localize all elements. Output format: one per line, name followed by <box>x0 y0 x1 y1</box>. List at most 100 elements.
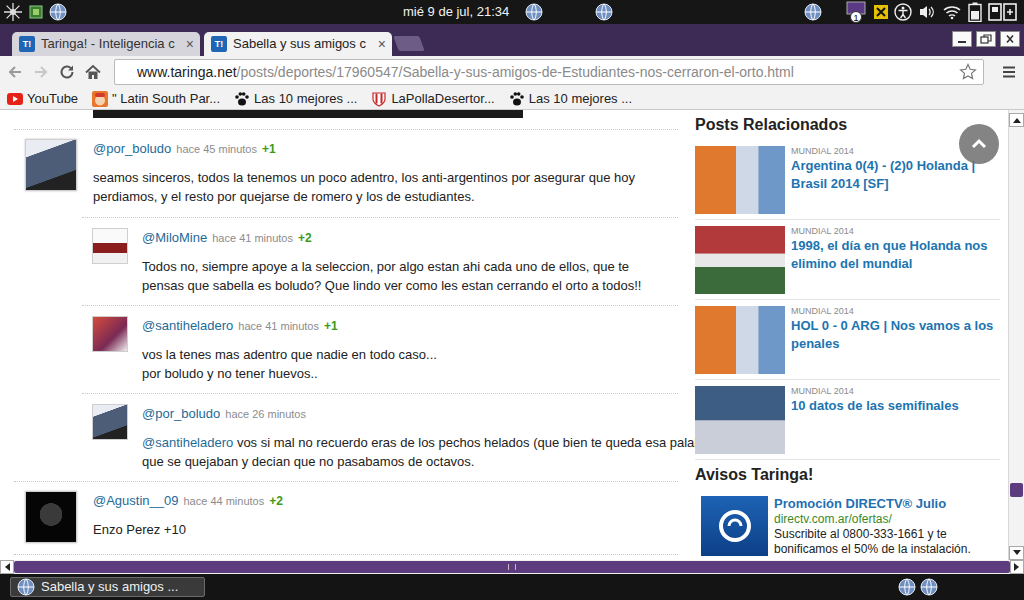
post-title[interactable]: 1998, el día en que Holanda nos elimino … <box>791 237 1000 273</box>
browser-launcher-icon[interactable] <box>49 3 67 21</box>
back-arrow-icon[interactable] <box>6 63 24 81</box>
tab-close-button[interactable]: × <box>186 34 194 55</box>
page-content: @por_boludohace 45 minutos+1seamos since… <box>0 110 1008 560</box>
session-icon[interactable] <box>988 2 1018 22</box>
ad-logo-icon[interactable] <box>701 496 768 556</box>
post-thumbnail[interactable] <box>695 306 785 374</box>
post-category: MUNDIAL 2014 <box>791 386 1000 397</box>
comment-score: +2 <box>298 231 312 245</box>
tab-close-button[interactable]: × <box>378 34 386 55</box>
bookmark-label: " Latin South Par... <box>112 89 220 109</box>
bookmark[interactable]: LaPollaDesertor... <box>371 89 494 109</box>
related-post[interactable]: MUNDIAL 201410 datos de las semifinales <box>695 380 1000 460</box>
wifi-icon[interactable] <box>942 4 962 20</box>
user-avatar[interactable] <box>25 139 77 191</box>
user-link[interactable]: @santiheladero <box>142 318 233 333</box>
taskbar: Sabella y sus amigos ... <box>0 574 1024 600</box>
user-avatar[interactable] <box>92 404 128 440</box>
browser-tab[interactable]: T!Sabella y sus amigos c× <box>204 32 392 56</box>
workspace-icon[interactable] <box>29 5 43 19</box>
post-thumbnail[interactable] <box>695 146 785 214</box>
post-title[interactable]: 10 datos de las semifinales <box>791 397 1000 415</box>
scroll-to-top-button[interactable] <box>959 124 999 164</box>
home-icon[interactable] <box>84 63 102 81</box>
scroll-right-button[interactable] <box>1010 560 1024 574</box>
user-avatar[interactable] <box>92 228 128 264</box>
comment-score: +1 <box>262 142 276 156</box>
bookmark[interactable]: YouTube <box>7 89 78 109</box>
scroll-down-button[interactable] <box>1009 546 1024 560</box>
app-indicator-icon[interactable] <box>874 5 888 19</box>
scroll-thumb[interactable] <box>14 561 1010 573</box>
url-path: /posts/deportes/17960547/Sabella-y-sus-a… <box>237 64 794 80</box>
menu-icon[interactable] <box>1000 63 1018 81</box>
youtube-icon <box>7 92 23 106</box>
mention-link[interactable]: @santiheladero <box>142 435 233 450</box>
forward-arrow-icon[interactable] <box>32 63 50 81</box>
advertisement[interactable]: Promoción DIRECTV® Juliodirectv.com.ar/o… <box>695 490 1000 557</box>
comment-header: @por_boludo hace 26 minutos <box>142 404 678 423</box>
tab-strip: T! Taringa! - Inteligencia c ×T! Sabella y … <box>0 24 1024 56</box>
user-link[interactable]: @por_boludo <box>142 406 220 421</box>
volume-icon[interactable] <box>918 4 936 20</box>
user-link[interactable]: @MiloMine <box>142 230 207 245</box>
browser-tab[interactable]: T! Taringa! - Inteligencia c × <box>12 32 200 56</box>
user-avatar[interactable] <box>92 316 128 352</box>
window-controls <box>952 31 1020 47</box>
menu-logo-icon[interactable] <box>3 2 23 22</box>
comment-score: +1 <box>324 319 338 333</box>
task-button[interactable]: Sabella y sus amigos ... <box>10 577 205 597</box>
address-bar[interactable]: www.taringa.net/posts/deportes/17960547/… <box>114 59 984 85</box>
comment-header: @por_boludohace 45 minutos+1 <box>93 139 678 158</box>
replies: @MiloMinehace 41 minutos+2Todos no, siem… <box>82 217 678 481</box>
horizontal-scrollbar[interactable] <box>0 560 1024 574</box>
accessibility-icon[interactable] <box>894 3 912 21</box>
globe-icon[interactable] <box>595 3 613 21</box>
notifications[interactable]: 1 <box>844 1 868 23</box>
favicon-icon: T! <box>19 36 35 52</box>
vertical-scrollbar[interactable] <box>1008 110 1024 560</box>
comment-text: vos la tenes mas adentro que nadie en to… <box>142 347 437 362</box>
task-label: Sabella y sus amigos ... <box>41 577 178 597</box>
scroll-up-button[interactable] <box>1009 113 1024 127</box>
ad-title[interactable]: Promoción DIRECTV® Julio <box>774 496 1000 512</box>
globe-icon[interactable] <box>525 3 543 21</box>
paw-icon <box>509 91 525 107</box>
globe-icon[interactable] <box>920 578 938 596</box>
reload-icon[interactable] <box>58 63 76 81</box>
user-link[interactable]: @Agustin__09 <box>93 493 178 508</box>
comment-score: +2 <box>269 494 283 508</box>
tab-label: Sabella y sus amigos c <box>233 34 368 54</box>
browser-icon <box>17 578 35 596</box>
globe-icon[interactable] <box>804 3 822 21</box>
bookmark[interactable]: " Latin South Par... <box>92 89 220 109</box>
comment-time: hace 26 minutos <box>225 408 306 420</box>
scroll-left-button[interactable] <box>0 560 14 574</box>
battery-icon[interactable] <box>968 2 982 22</box>
comment-time: hace 41 minutos <box>238 320 319 332</box>
post-thumbnail[interactable] <box>695 226 785 294</box>
user-avatar[interactable] <box>25 491 77 543</box>
comment-header: @MiloMinehace 41 minutos+2 <box>142 228 678 247</box>
new-tab-button[interactable] <box>393 36 424 51</box>
comment-header: @santiheladero hace 41 minutos +1 <box>142 316 678 335</box>
user-link[interactable]: @por_boludo <box>93 141 171 156</box>
post-title[interactable]: HOL 0 - 0 ARG | Nos vamos a los penales <box>791 317 1000 353</box>
scroll-thumb[interactable] <box>1010 483 1023 497</box>
restore-icon[interactable] <box>976 31 996 47</box>
post-title[interactable]: Argentina 0(4) - (2)0 Holanda | Brasil 2… <box>791 157 1000 193</box>
globe-icon[interactable] <box>898 578 916 596</box>
post-thumbnail[interactable] <box>695 386 785 454</box>
comment-text: Enzo Perez +10 <box>93 522 186 537</box>
comment-text: vos si mal no recuerdo eras de los pecho… <box>233 435 716 450</box>
related-post[interactable]: MUNDIAL 20141998, el día en que Holanda … <box>695 220 1000 300</box>
bookmark-star-icon[interactable] <box>959 63 977 81</box>
related-post[interactable]: MUNDIAL 2014Argentina 0(4) - (2)0 Holand… <box>695 140 1000 220</box>
clock[interactable]: mié 9 de jul, 21:34 <box>403 2 509 22</box>
tab-label: Taringa! - Inteligencia c <box>41 34 176 54</box>
bookmark[interactable]: Las 10 mejores ... <box>234 89 357 109</box>
related-post[interactable]: MUNDIAL 2014HOL 0 - 0 ARG | Nos vamos a … <box>695 300 1000 380</box>
bookmark[interactable]: Las 10 mejores ... <box>509 89 632 109</box>
close-icon[interactable] <box>1000 31 1020 47</box>
minimize-icon[interactable] <box>952 31 972 47</box>
